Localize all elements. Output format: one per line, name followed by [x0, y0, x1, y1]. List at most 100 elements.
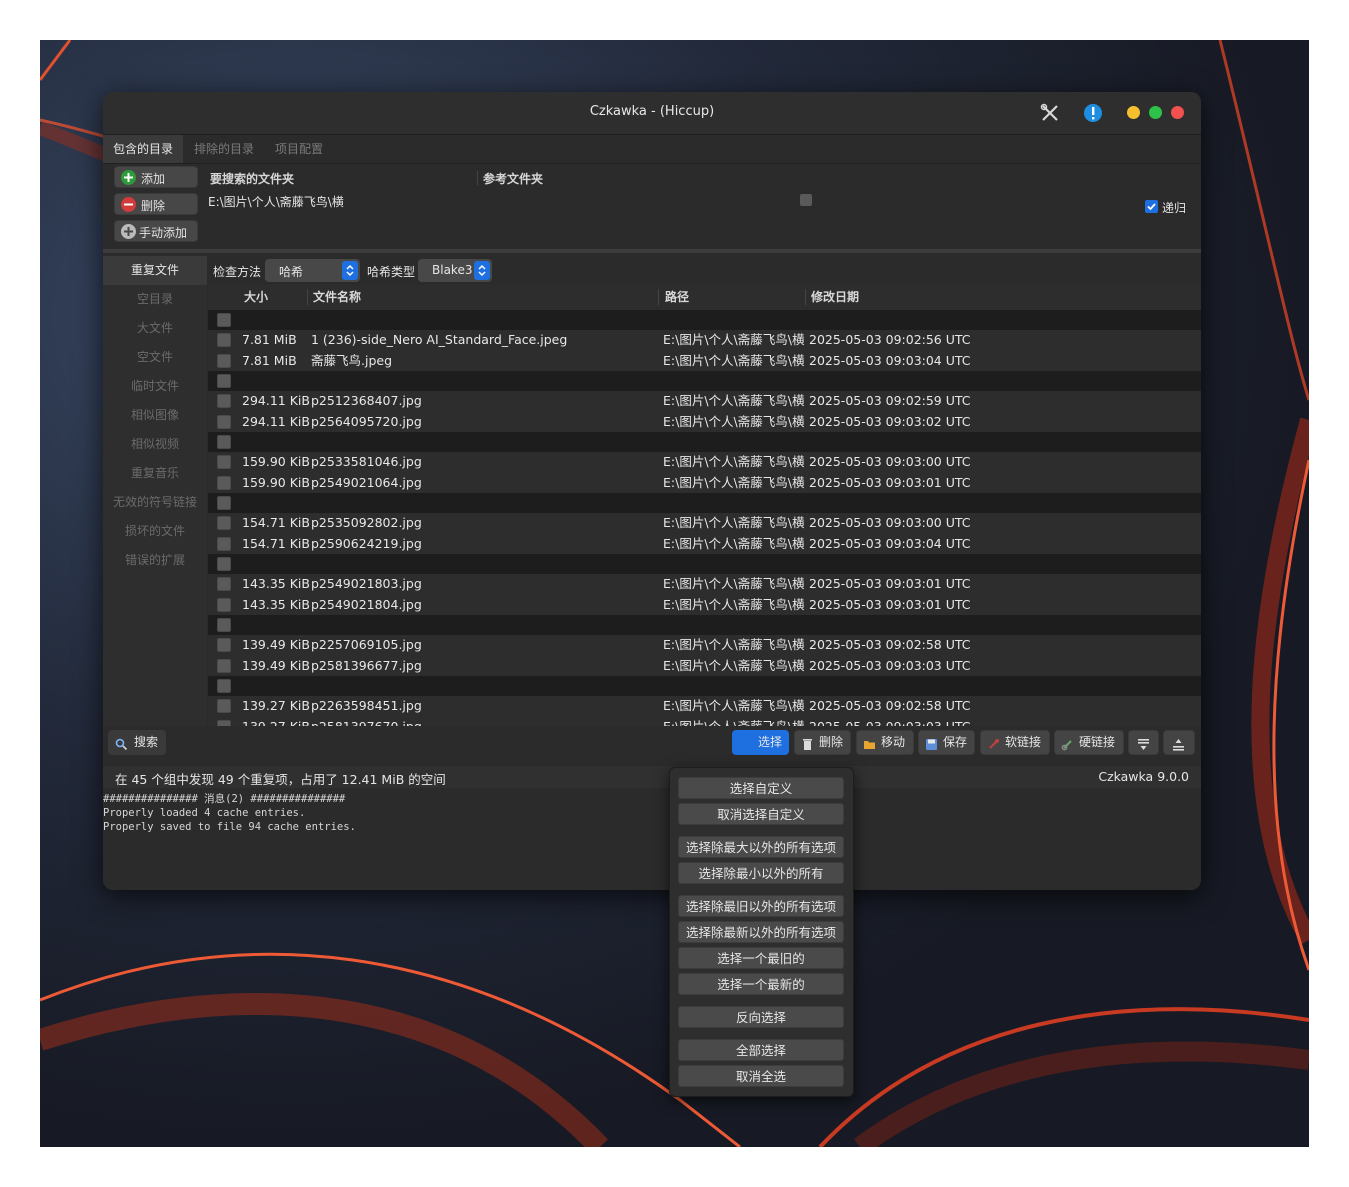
- arrow-up-bar-icon: [1172, 736, 1185, 751]
- row-checkbox[interactable]: [217, 658, 231, 673]
- group-header-row[interactable]: [208, 492, 1201, 513]
- row-checkbox[interactable]: [217, 455, 231, 470]
- group-header-row[interactable]: [208, 614, 1201, 635]
- row-checkbox[interactable]: [217, 475, 231, 490]
- column-header-date[interactable]: 修改日期: [811, 285, 859, 309]
- sidebar-item-temp-files[interactable]: 临时文件: [103, 372, 207, 401]
- sidebar-item-invalid-symlinks[interactable]: 无效的符号链接: [103, 488, 207, 517]
- cell-size: 139.27 KiB: [242, 698, 310, 714]
- select-custom-button[interactable]: 选择自定义: [678, 777, 844, 799]
- check-method-value: 哈希: [279, 265, 304, 279]
- unselect-custom-button[interactable]: 取消选择自定义: [678, 803, 844, 825]
- row-checkbox[interactable]: [217, 719, 231, 726]
- row-checkbox[interactable]: [217, 597, 231, 612]
- reference-folder-checkbox[interactable]: [800, 194, 812, 206]
- table-row[interactable]: 7.81 MiB 斋藤飞鸟.jpeg E:\图片\个人\斋藤飞鸟\横 2025-05-…: [208, 351, 1201, 371]
- table-row[interactable]: 154.71 KiB p2535092802.jpg E:\图片\个人\斋藤飞鸟\横…: [208, 513, 1201, 533]
- hardlink-button[interactable]: 硬链接: [1054, 730, 1124, 755]
- group-checkbox[interactable]: [217, 313, 231, 327]
- recursive-checkbox[interactable]: [1145, 200, 1158, 213]
- check-method-select[interactable]: 哈希: [265, 259, 360, 282]
- select-all-except-biggest-button[interactable]: 选择除最大以外的所有选项: [678, 836, 844, 858]
- column-separator: [658, 289, 659, 305]
- row-checkbox[interactable]: [217, 333, 231, 348]
- row-checkbox[interactable]: [217, 353, 231, 368]
- table-row[interactable]: 294.11 KiB p2564095720.jpg E:\图片\个人\斋藤飞鸟\横…: [208, 412, 1201, 432]
- row-checkbox[interactable]: [217, 516, 231, 531]
- group-checkbox[interactable]: [217, 617, 231, 632]
- group-checkbox[interactable]: [217, 678, 231, 693]
- save-button[interactable]: 保存: [918, 730, 975, 755]
- zoom-button[interactable]: [1149, 106, 1162, 119]
- sidebar-item-bad-extensions[interactable]: 错误的扩展: [103, 546, 207, 575]
- select-all-except-newest-button[interactable]: 选择除最新以外的所有选项: [678, 921, 844, 943]
- minimize-button[interactable]: [1127, 106, 1140, 119]
- table-row[interactable]: 143.35 KiB p2549021804.jpg E:\图片\个人\斋藤飞鸟\横…: [208, 595, 1201, 615]
- select-one-newest-button[interactable]: 选择一个最新的: [678, 973, 844, 995]
- tab-excluded-dirs[interactable]: 排除的目录: [184, 135, 264, 163]
- sidebar-item-empty-files[interactable]: 空文件: [103, 343, 207, 372]
- group-header-row[interactable]: [208, 553, 1201, 574]
- manual-add-dir-button[interactable]: 手动添加: [114, 220, 198, 242]
- sidebar-item-big-files[interactable]: 大文件: [103, 314, 207, 343]
- table-row[interactable]: 159.90 KiB p2549021064.jpg E:\图片\个人\斋藤飞鸟\横…: [208, 473, 1201, 493]
- sidebar-item-duplicate-files[interactable]: 重复文件: [103, 256, 207, 285]
- table-row[interactable]: 139.49 KiB p2581396677.jpg E:\图片\个人\斋藤飞鸟\横…: [208, 656, 1201, 676]
- column-header-size[interactable]: 大小: [244, 285, 268, 309]
- collapse-top-panel-button[interactable]: [1163, 730, 1195, 755]
- hash-type-select[interactable]: Blake3: [418, 259, 492, 282]
- row-checkbox[interactable]: [217, 536, 231, 551]
- directory-tabs: 包含的目录 排除的目录 项目配置: [103, 135, 1201, 164]
- row-checkbox[interactable]: [217, 577, 231, 592]
- row-checkbox[interactable]: [217, 699, 231, 714]
- table-row[interactable]: 139.49 KiB p2257069105.jpg E:\图片\个人\斋藤飞鸟\横…: [208, 635, 1201, 655]
- search-button[interactable]: 搜索: [108, 730, 166, 755]
- pane-divider[interactable]: [103, 249, 1201, 253]
- collapse-bottom-panel-button[interactable]: [1128, 730, 1159, 755]
- add-dir-button[interactable]: 添加: [114, 166, 198, 188]
- table-row[interactable]: 294.11 KiB p2512368407.jpg E:\图片\个人\斋藤飞鸟\横…: [208, 391, 1201, 411]
- sidebar-item-similar-videos[interactable]: 相似视频: [103, 430, 207, 459]
- table-row[interactable]: 139.27 KiB p2263598451.jpg E:\图片\个人\斋藤飞鸟\横…: [208, 696, 1201, 716]
- select-all-except-smallest-button[interactable]: 选择除最小以外的所有: [678, 862, 844, 884]
- delete-button[interactable]: 删除: [794, 730, 851, 755]
- tab-project-config[interactable]: 项目配置: [265, 135, 333, 163]
- select-one-oldest-button[interactable]: 选择一个最旧的: [678, 947, 844, 969]
- tab-included-dirs[interactable]: 包含的目录: [103, 135, 184, 163]
- column-header-path[interactable]: 路径: [665, 285, 689, 309]
- title-bar: Czkawka - (Hiccup): [103, 92, 1201, 135]
- sidebar-item-duplicate-music[interactable]: 重复音乐: [103, 459, 207, 488]
- group-checkbox[interactable]: [217, 434, 231, 449]
- group-checkbox[interactable]: [217, 556, 231, 571]
- group-header-row[interactable]: [208, 431, 1201, 452]
- unselect-all-button[interactable]: 取消全选: [678, 1065, 844, 1087]
- sidebar-item-broken-files[interactable]: 损坏的文件: [103, 517, 207, 546]
- select-button[interactable]: 选择: [732, 730, 789, 755]
- group-checkbox[interactable]: [217, 495, 231, 510]
- table-row[interactable]: 154.71 KiB p2590624219.jpg E:\图片\个人\斋藤飞鸟\横…: [208, 534, 1201, 554]
- column-header-filename[interactable]: 文件名称: [313, 285, 361, 309]
- sidebar-item-similar-images[interactable]: 相似图像: [103, 401, 207, 430]
- move-button[interactable]: 移动: [856, 730, 914, 755]
- group-header-row[interactable]: [208, 310, 1201, 330]
- group-header-row[interactable]: [208, 675, 1201, 696]
- group-header-row[interactable]: [208, 370, 1201, 391]
- settings-tools-icon[interactable]: [1039, 102, 1061, 124]
- group-checkbox[interactable]: [217, 373, 231, 388]
- table-row[interactable]: 159.90 KiB p2533581046.jpg E:\图片\个人\斋藤飞鸟\横…: [208, 452, 1201, 472]
- remove-dir-button[interactable]: 删除: [114, 193, 198, 215]
- select-all-except-oldest-button[interactable]: 选择除最旧以外的所有选项: [678, 895, 844, 917]
- row-checkbox[interactable]: [217, 414, 231, 429]
- row-checkbox[interactable]: [217, 638, 231, 653]
- symlink-button[interactable]: 软链接: [980, 730, 1050, 755]
- table-row[interactable]: 7.81 MiB 1 (236)-side_Nero AI_Standard_Fa…: [208, 330, 1201, 350]
- row-checkbox[interactable]: [217, 394, 231, 409]
- check-method-label: 检查方法: [213, 265, 262, 279]
- info-icon[interactable]: [1082, 102, 1104, 124]
- table-row[interactable]: 139.27 KiBp2581397670.jpg E:\图片\个人\斋藤飞鸟\横…: [208, 717, 1201, 726]
- table-row[interactable]: 143.35 KiB p2549021803.jpg E:\图片\个人\斋藤飞鸟\横…: [208, 574, 1201, 594]
- invert-selection-button[interactable]: 反向选择: [678, 1006, 844, 1028]
- select-all-button[interactable]: 全部选择: [678, 1039, 844, 1061]
- sidebar-item-empty-folders[interactable]: 空目录: [103, 285, 207, 314]
- close-button[interactable]: [1171, 106, 1184, 119]
